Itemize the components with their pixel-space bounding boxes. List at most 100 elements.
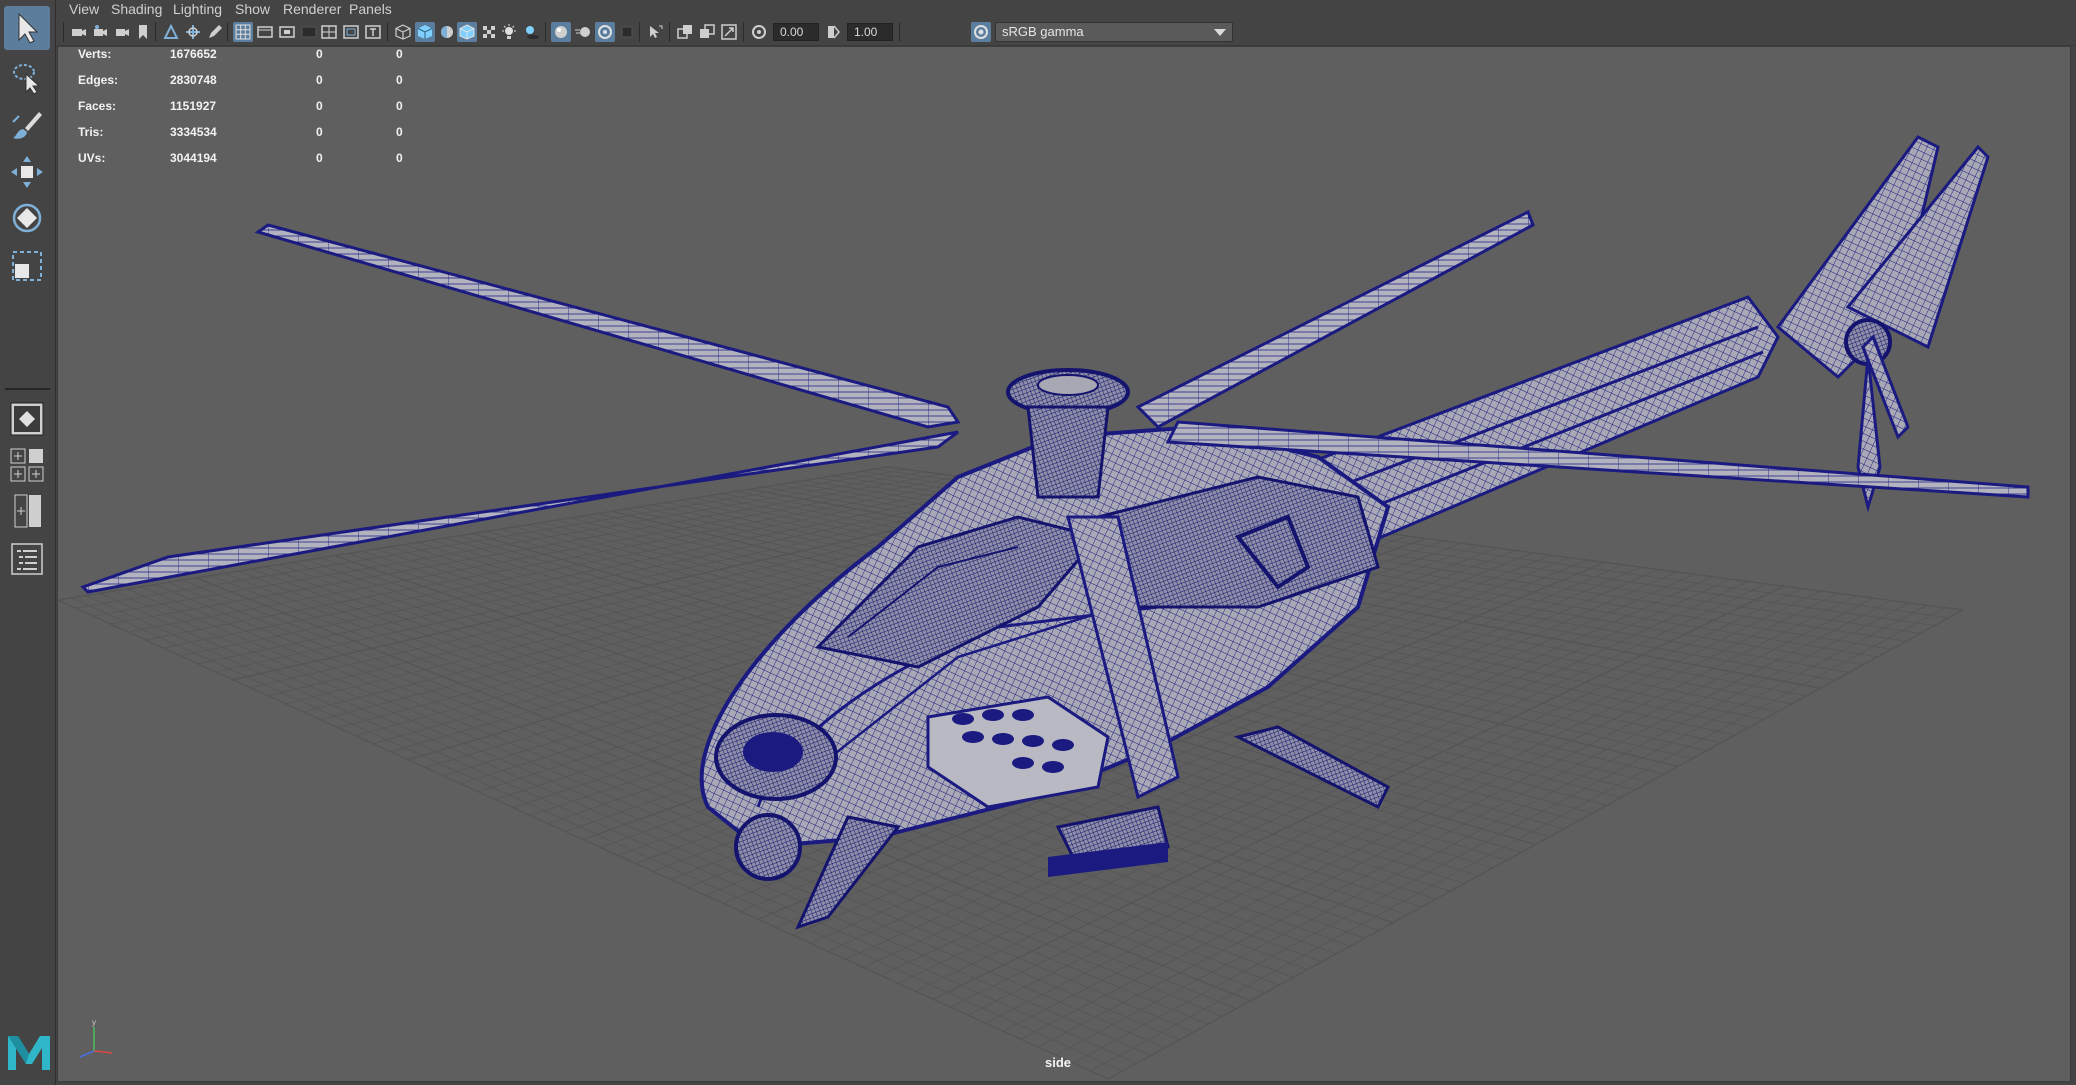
move-icon xyxy=(11,156,43,188)
select-tool-button[interactable] xyxy=(4,6,50,50)
image-plane-button[interactable] xyxy=(161,22,181,42)
bookmark-icon xyxy=(139,25,147,39)
xray-button[interactable] xyxy=(479,22,499,42)
hud-value: 0 xyxy=(316,73,323,87)
screen-space-ao-button[interactable] xyxy=(551,22,571,42)
rotate-tool-button[interactable] xyxy=(4,196,50,240)
rotor-mast xyxy=(1026,405,1110,499)
wireframe-shading-button[interactable] xyxy=(393,22,413,42)
default-material-button[interactable] xyxy=(437,22,457,42)
outliner-layout-button[interactable] xyxy=(8,540,46,578)
isolate-select-button[interactable] xyxy=(645,22,665,42)
smooth-shading-button[interactable] xyxy=(415,22,435,42)
use-all-lights-button[interactable] xyxy=(499,22,519,42)
xray-joints-button[interactable] xyxy=(675,22,695,42)
gamma-icon xyxy=(828,25,840,39)
hud-value: 2830748 xyxy=(170,73,217,87)
lock-camera-button[interactable] xyxy=(91,22,111,42)
grease-pencil-button[interactable] xyxy=(205,22,225,42)
color-management-icon xyxy=(974,25,988,39)
checker-icon xyxy=(483,26,495,38)
gamma-toggle-button[interactable] xyxy=(823,22,843,42)
camera-attributes-button[interactable] xyxy=(113,22,133,42)
hud-value: 0 xyxy=(396,99,403,113)
panel-menubar: View Shading Lighting Show Renderer Pane… xyxy=(57,0,2076,18)
two-view-layout-button[interactable] xyxy=(8,492,46,530)
move-tool-button[interactable] xyxy=(4,150,50,194)
scale-icon xyxy=(12,251,42,281)
toolbar-divider xyxy=(155,22,156,42)
menu-lighting[interactable]: Lighting xyxy=(173,1,222,17)
toolbar-divider xyxy=(743,22,744,42)
scale-tool-button[interactable] xyxy=(4,244,50,288)
hud-value: 0 xyxy=(316,47,323,61)
outliner-icon xyxy=(11,543,43,575)
gate-mask-button[interactable] xyxy=(299,22,319,42)
toolbox-divider xyxy=(5,388,50,390)
3d-viewport[interactable]: Verts: 1676652 0 0 Edges: 2830748 0 0 Fa… xyxy=(57,46,2071,1082)
wireframe-on-shaded-button[interactable] xyxy=(457,22,477,42)
multisample-aa-button[interactable] xyxy=(595,22,615,42)
rotor-blade-2 xyxy=(1135,209,1535,429)
grid-toggle-button[interactable] xyxy=(233,22,253,42)
four-view-layout-button[interactable] xyxy=(8,446,46,484)
overlay-icon xyxy=(700,24,715,38)
lasso-tool-button[interactable] xyxy=(4,56,50,100)
gate-mask-icon xyxy=(301,26,317,38)
single-pane-icon xyxy=(10,402,44,436)
chin-turret xyxy=(734,813,802,881)
rotor-blade-1 xyxy=(254,223,961,429)
toolbar-divider xyxy=(899,22,900,42)
rotate-icon xyxy=(12,203,42,233)
menu-shading[interactable]: Shading xyxy=(111,1,162,17)
nose-sensor xyxy=(743,732,803,772)
pencil-icon xyxy=(209,25,222,38)
2d-pan-zoom-button[interactable] xyxy=(183,22,203,42)
paint-select-tool-button[interactable] xyxy=(4,104,50,148)
menu-view[interactable]: View xyxy=(69,1,99,17)
select-camera-button[interactable] xyxy=(69,22,89,42)
film-gate-button[interactable] xyxy=(255,22,275,42)
hud-value: 3044194 xyxy=(170,151,217,165)
svg-text:y: y xyxy=(92,1018,96,1027)
film-gate-icon xyxy=(257,26,273,38)
toolbar-divider xyxy=(639,22,640,42)
menu-panels[interactable]: Panels xyxy=(349,1,392,17)
motion-blur-button[interactable] xyxy=(573,22,593,42)
hud-value: 1676652 xyxy=(170,47,217,61)
exposure-toggle-button[interactable] xyxy=(749,22,769,42)
lasso-icon xyxy=(13,64,41,95)
safe-title-button[interactable] xyxy=(363,22,383,42)
exposure-field[interactable]: 0.00 xyxy=(773,23,819,41)
grid-icon xyxy=(235,24,251,40)
xray-active-button[interactable] xyxy=(697,22,717,42)
hud-label: Faces: xyxy=(78,99,117,113)
menu-show[interactable]: Show xyxy=(235,1,270,17)
hud-value: 1151927 xyxy=(170,99,217,113)
color-space-dropdown[interactable]: sRGB gamma xyxy=(995,22,1233,42)
single-view-layout-button[interactable] xyxy=(8,400,46,438)
camera-lock-icon xyxy=(94,25,107,36)
bookmark-button[interactable] xyxy=(133,22,153,42)
backface-culling-button[interactable] xyxy=(719,22,739,42)
depth-of-field-button[interactable] xyxy=(617,22,637,42)
toolbar-divider xyxy=(545,22,546,42)
safe-action-button[interactable] xyxy=(341,22,361,42)
safe-title-icon xyxy=(365,25,381,39)
camera-icon xyxy=(72,29,86,36)
maya-logo xyxy=(4,1030,54,1074)
hud-value: 0 xyxy=(396,47,403,61)
field-chart-button[interactable] xyxy=(319,22,339,42)
resolution-gate-button[interactable] xyxy=(277,22,297,42)
axis-gizmo: y xyxy=(79,1018,113,1058)
camera-attributes-icon xyxy=(116,29,129,36)
gamma-field[interactable]: 1.00 xyxy=(847,23,893,41)
shadows-button[interactable] xyxy=(521,22,541,42)
view-transform-button[interactable] xyxy=(971,22,991,42)
menu-renderer[interactable]: Renderer xyxy=(283,1,341,17)
pan-zoom-icon xyxy=(186,25,200,39)
chevron-down-icon xyxy=(1214,29,1226,36)
helicopter-model[interactable] xyxy=(80,135,2030,930)
four-pane-icon xyxy=(10,448,44,482)
two-pane-icon xyxy=(14,494,41,528)
